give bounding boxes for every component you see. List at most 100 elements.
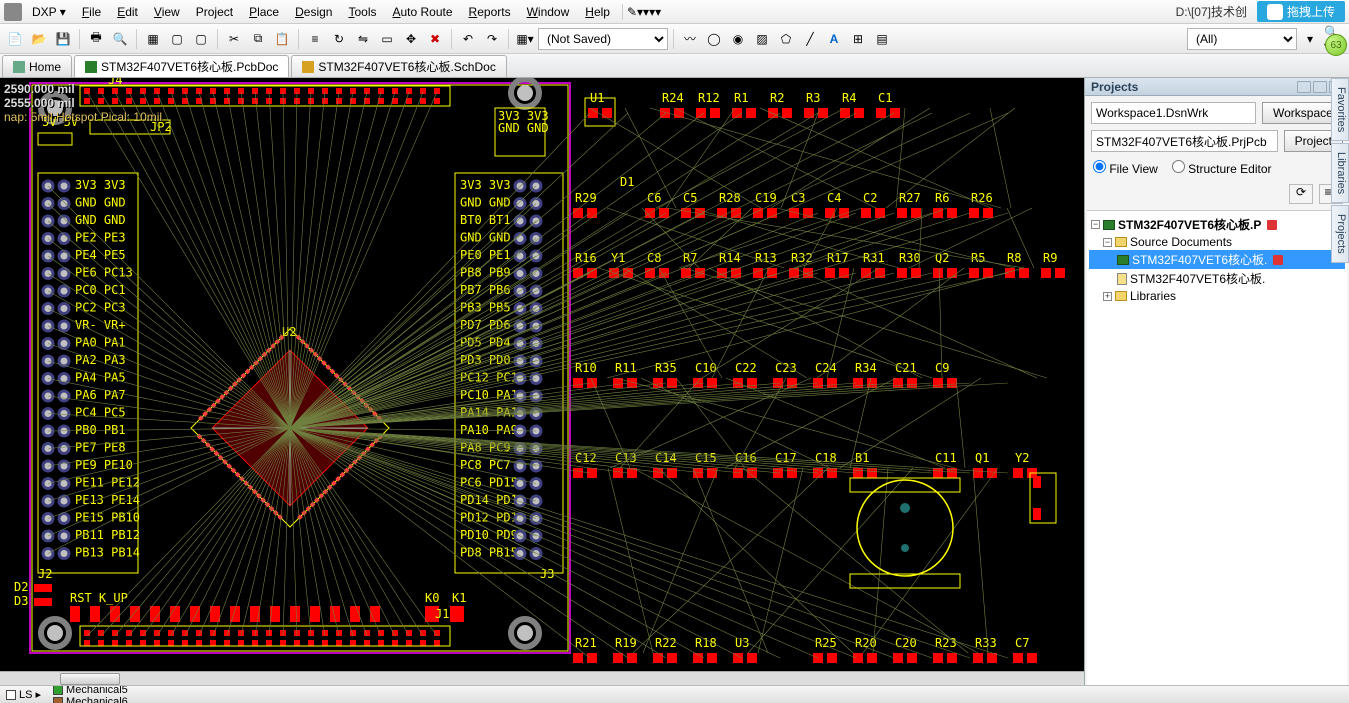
- select-button[interactable]: ▭: [376, 28, 398, 50]
- layers-button[interactable]: ▦: [142, 28, 164, 50]
- svg-text:Y1: Y1: [611, 251, 625, 265]
- save-button[interactable]: 💾: [52, 28, 74, 50]
- pad-button[interactable]: ◉: [727, 28, 749, 50]
- tree-source-docs[interactable]: −Source Documents: [1089, 234, 1345, 250]
- tree-libraries[interactable]: +Libraries: [1089, 288, 1345, 304]
- svg-text:R35: R35: [655, 361, 677, 375]
- svg-text:C9: C9: [935, 361, 949, 375]
- menu-autoroute[interactable]: Auto Route: [384, 5, 460, 19]
- panel-dropdown-icon[interactable]: [1297, 81, 1311, 93]
- scrollbar-thumb[interactable]: [60, 673, 120, 685]
- menu-reports[interactable]: Reports: [461, 5, 519, 19]
- structure-radio[interactable]: Structure Editor: [1172, 160, 1272, 176]
- tab-home[interactable]: Home: [2, 55, 72, 77]
- sidetab-favorites[interactable]: Favorites: [1331, 78, 1349, 141]
- filter-combo[interactable]: (All): [1187, 28, 1297, 50]
- filter-btn[interactable]: ▾: [1299, 28, 1321, 50]
- align-button[interactable]: ≡: [304, 28, 326, 50]
- layer-tab[interactable]: Mechanical5: [47, 685, 140, 696]
- flip-button[interactable]: ⇋: [352, 28, 374, 50]
- svg-text:C21: C21: [895, 361, 917, 375]
- projects-title: Projects: [1091, 80, 1138, 94]
- dim-button[interactable]: ⊞: [847, 28, 869, 50]
- menu-window[interactable]: Window: [519, 5, 578, 19]
- sidetab-libraries[interactable]: Libraries: [1331, 143, 1349, 203]
- svg-text:R1: R1: [734, 91, 748, 105]
- tab-pcb[interactable]: STM32F407VET6核心板.PcbDoc: [74, 55, 289, 77]
- menu-tools[interactable]: Tools: [340, 5, 384, 19]
- menu-project[interactable]: Project: [188, 5, 241, 19]
- tool-a[interactable]: ▢: [166, 28, 188, 50]
- tab-sch[interactable]: STM32F407VET6核心板.SchDoc: [291, 55, 506, 77]
- sidetab-projects[interactable]: Projects: [1331, 205, 1349, 263]
- menu-design[interactable]: Design: [287, 5, 340, 19]
- svg-text:K0: K0: [425, 591, 439, 605]
- poly-button[interactable]: ⬠: [775, 28, 797, 50]
- saved-profile-combo[interactable]: (Not Saved): [538, 28, 668, 50]
- fileview-radio[interactable]: File View: [1093, 160, 1158, 176]
- preview-button[interactable]: 🔍: [109, 28, 131, 50]
- tree-pcb-doc[interactable]: STM32F407VET6核心板.: [1089, 250, 1345, 269]
- pcb-canvas[interactable]: 2590.000 mil 2555.000 mil nap: 5mil Hots…: [0, 78, 1084, 685]
- svg-text:C6: C6: [647, 191, 661, 205]
- tree-sch-doc[interactable]: STM32F407VET6核心板.: [1089, 269, 1345, 288]
- svg-text:C24: C24: [815, 361, 837, 375]
- layer-ls[interactable]: LS ▸: [0, 688, 47, 701]
- new-button[interactable]: 📄: [4, 28, 26, 50]
- panel-pin-icon[interactable]: [1313, 81, 1327, 93]
- svg-text:BT0 BT1: BT0 BT1: [460, 213, 511, 227]
- svg-text:GND GND: GND GND: [498, 121, 549, 135]
- grid-button[interactable]: ▦▾: [514, 28, 536, 50]
- svg-text:PB7 PB6: PB7 PB6: [460, 283, 511, 297]
- text-button[interactable]: A: [823, 28, 845, 50]
- menu-help[interactable]: Help: [577, 5, 618, 19]
- tree-project-root[interactable]: −STM32F407VET6核心板.P: [1089, 215, 1345, 234]
- horizontal-scrollbar[interactable]: [0, 671, 1084, 685]
- svg-text:PA0 PA1: PA0 PA1: [75, 336, 126, 350]
- svg-text:Q2: Q2: [935, 251, 949, 265]
- redo-button[interactable]: ↷: [481, 28, 503, 50]
- menu-tool-4[interactable]: ▾: [655, 5, 661, 19]
- move-button[interactable]: ✥: [400, 28, 422, 50]
- track-button[interactable]: ╱: [799, 28, 821, 50]
- menu-dxp[interactable]: DXP ▾: [24, 5, 74, 19]
- svg-text:C4: C4: [827, 191, 841, 205]
- svg-text:PD8 PB15: PD8 PB15: [460, 546, 518, 560]
- print-button[interactable]: 🖶: [85, 28, 107, 50]
- svg-text:C1: C1: [878, 91, 892, 105]
- menu-tool-1[interactable]: ✎▾: [627, 5, 643, 19]
- tree-tool-1[interactable]: ⟳: [1289, 184, 1313, 204]
- svg-text:PB11 PB12: PB11 PB12: [75, 528, 140, 542]
- projects-title-bar: Projects: [1085, 78, 1349, 96]
- project-file-field[interactable]: [1091, 130, 1278, 152]
- via-button[interactable]: ◯: [703, 28, 725, 50]
- paste-button[interactable]: 📋: [271, 28, 293, 50]
- rotate-button[interactable]: ↻: [328, 28, 350, 50]
- comp-button[interactable]: ▤: [871, 28, 893, 50]
- svg-text:J1: J1: [435, 607, 449, 621]
- svg-text:R8: R8: [1007, 251, 1021, 265]
- notification-bubble[interactable]: 63: [1325, 34, 1347, 56]
- layer-tab[interactable]: Mechanical6: [47, 696, 140, 703]
- open-button[interactable]: 📂: [28, 28, 50, 50]
- route-button[interactable]: 〰: [679, 28, 701, 50]
- svg-text:B1: B1: [855, 451, 869, 465]
- tool-b[interactable]: ▢: [190, 28, 212, 50]
- main-toolbar: 📄 📂 💾 🖶 🔍 ▦ ▢ ▢ ✂ ⧉ 📋 ≡ ↻ ⇋ ▭ ✥ ✖ ↶ ↷ ▦▾…: [0, 24, 1349, 54]
- upload-widget[interactable]: 拖拽上传: [1257, 1, 1345, 22]
- svg-text:PE4 PE5: PE4 PE5: [75, 248, 126, 262]
- undo-button[interactable]: ↶: [457, 28, 479, 50]
- clear-button[interactable]: ✖: [424, 28, 446, 50]
- cut-button[interactable]: ✂: [223, 28, 245, 50]
- projects-panel: Projects Workspace Project File View Str…: [1084, 78, 1349, 685]
- svg-text:R12: R12: [698, 91, 720, 105]
- svg-text:R17: R17: [827, 251, 849, 265]
- workspace-combo[interactable]: [1091, 102, 1256, 124]
- menu-edit[interactable]: Edit: [109, 5, 146, 19]
- project-tree[interactable]: −STM32F407VET6核心板.P −Source Documents ST…: [1087, 210, 1347, 685]
- menu-file[interactable]: File: [74, 5, 109, 19]
- menu-place[interactable]: Place: [241, 5, 287, 19]
- fill-button[interactable]: ▨: [751, 28, 773, 50]
- copy-button[interactable]: ⧉: [247, 28, 269, 50]
- menu-view[interactable]: View: [146, 5, 188, 19]
